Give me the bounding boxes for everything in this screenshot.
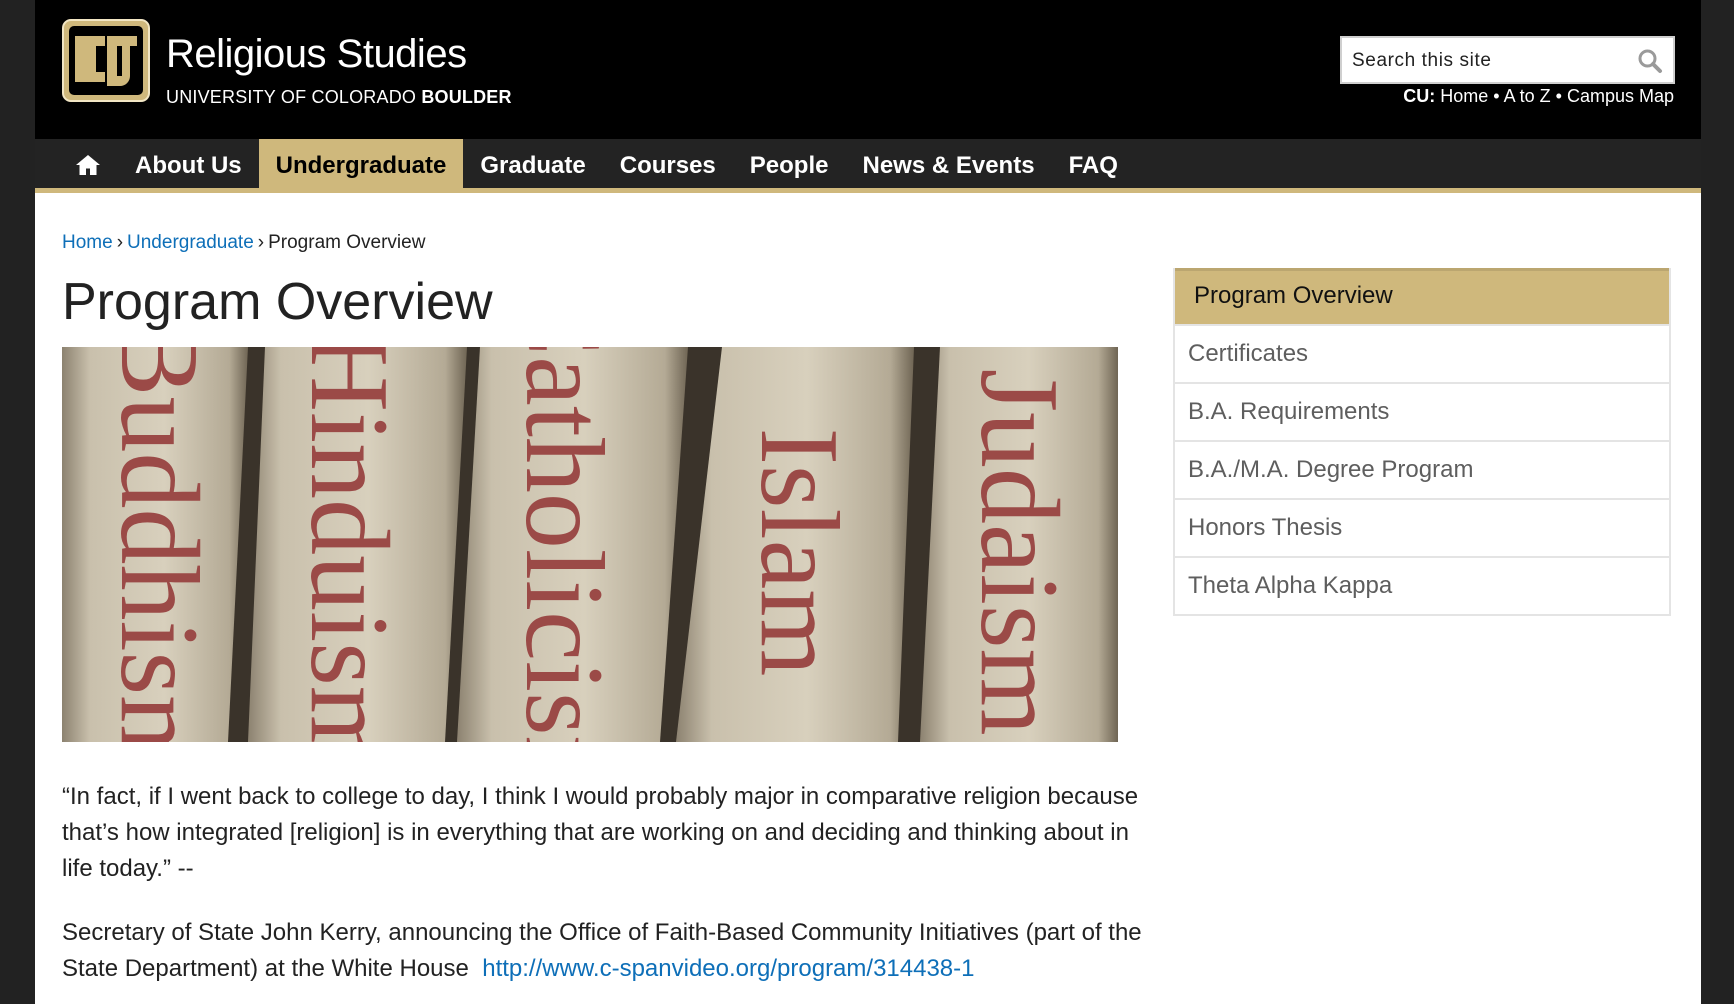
hero-word-islam: Islam [737,428,861,677]
cu-link-separator: • [1493,86,1500,106]
hero-word-catholicism: Catholicism [502,347,626,742]
breadcrumb: Home › Undergraduate › Program Overview [62,232,425,254]
nav-items: About Us Undergraduate Graduate Courses … [118,139,1135,193]
cu-label: CU: [1403,86,1436,106]
cu-link-separator: • [1555,86,1562,106]
cu-links: CU: Home • A to Z • Campus Map [1403,86,1674,107]
nav-item-faq[interactable]: FAQ [1052,139,1135,193]
sidebar-item-ba-requirements[interactable]: B.A. Requirements [1175,382,1669,440]
hero-word-hinduism: Hinduism [287,347,411,742]
breadcrumb-separator: › [257,232,265,253]
nav-item-news-events[interactable]: News & Events [845,139,1051,193]
breadcrumb-undergraduate[interactable]: Undergraduate [127,232,254,253]
site-header: Religious Studies UNIVERSITY OF COLORADO… [35,0,1701,139]
sidebar-item-ba-ma-degree-program[interactable]: B.A./M.A. Degree Program [1175,440,1669,498]
quote-paragraph: “In fact, if I went back to college to d… [62,783,1139,882]
hero-word-judaism: Judaism [957,368,1081,735]
nav-item-undergraduate[interactable]: Undergraduate [258,139,464,193]
nav-item-courses[interactable]: Courses [603,139,733,193]
main-nav: About Us Undergraduate Graduate Courses … [35,139,1701,193]
nav-item-about-us[interactable]: About Us [118,139,259,193]
breadcrumb-home[interactable]: Home [62,232,113,253]
breadcrumb-separator: › [116,232,124,253]
sidebar-item-theta-alpha-kappa[interactable]: Theta Alpha Kappa [1175,556,1669,614]
sidebar-item-certificates[interactable]: Certificates [1175,324,1669,382]
nav-item-people[interactable]: People [733,139,846,193]
cu-link-home[interactable]: Home [1440,86,1488,106]
site-title[interactable]: Religious Studies [166,34,467,74]
cu-logo-icon[interactable] [61,18,151,103]
page-title: Program Overview [62,273,493,331]
cu-link-a-to-z[interactable]: A to Z [1504,86,1551,106]
book-spines-illustration: Buddhism Hinduism Catholicism Islam Juda… [62,347,1118,742]
breadcrumb-current: Program Overview [268,232,426,253]
hero-word-buddhism: Buddhism [97,347,221,742]
sidebar-item-program-overview[interactable]: Program Overview [1175,268,1669,324]
cspan-video-link[interactable]: http://www.c-spanvideo.org/program/31443… [482,955,974,982]
site-subtitle: UNIVERSITY OF COLORADO BOULDER [166,88,512,106]
site-subtitle-campus: BOULDER [421,87,512,107]
page: Religious Studies UNIVERSITY OF COLORADO… [35,0,1701,1004]
search-input[interactable] [1352,47,1622,75]
search-icon[interactable] [1637,48,1663,74]
sidebar-nav: Program Overview Certificates B.A. Requi… [1173,268,1671,616]
nav-item-graduate[interactable]: Graduate [463,139,602,193]
cu-link-campus-map[interactable]: Campus Map [1567,86,1674,106]
site-subtitle-university: UNIVERSITY OF COLORADO [166,87,417,107]
attribution-paragraph: Secretary of State John Kerry, announcin… [62,915,1142,987]
hero-image: Buddhism Hinduism Catholicism Islam Juda… [62,347,1118,742]
home-icon[interactable] [75,153,101,177]
search-box [1340,36,1675,84]
sidebar-item-honors-thesis[interactable]: Honors Thesis [1175,498,1669,556]
